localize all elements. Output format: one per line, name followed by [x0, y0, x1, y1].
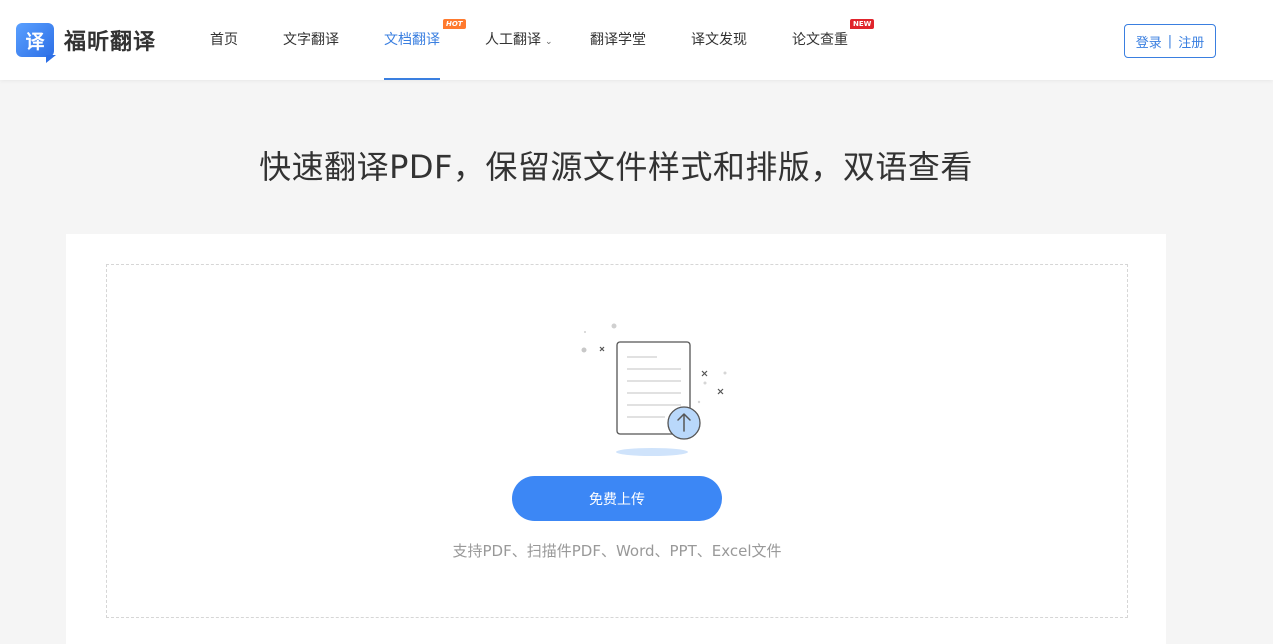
nav-item-home[interactable]: 首页 — [210, 0, 238, 80]
nav-label: 论文查重 — [792, 32, 848, 48]
hot-badge: HOT — [443, 19, 466, 29]
login-register-button[interactable]: 登录 | 注册 — [1124, 24, 1216, 58]
nav-label: 文档翻译 — [384, 32, 440, 48]
logo-glyph: 译 — [25, 30, 45, 53]
brand-logo[interactable]: 译 福昕翻译 — [16, 22, 157, 63]
register-link[interactable]: 注册 — [1178, 32, 1204, 51]
nav-item-document-translate[interactable]: 文档翻译 — [384, 0, 440, 80]
nav-label: 文字翻译 — [283, 32, 339, 48]
nav-label: 译文发现 — [691, 32, 747, 48]
supported-formats-text: 支持PDF、扫描件PDF、Word、PPT、Excel文件 — [452, 542, 782, 560]
nav-label: 人工翻译 — [485, 32, 541, 48]
chevron-down-icon: ⌄ — [545, 37, 553, 47]
nav-item-plagiarism-check[interactable]: 论文查重 — [792, 0, 848, 80]
nav-item-human-translate[interactable]: 人工翻译 ⌄ — [485, 0, 553, 80]
top-header: 译 福昕翻译 首页 文字翻译 文档翻译 HOT 人工翻译 ⌄ 翻译学堂 译文发现 … — [0, 0, 1273, 80]
auth-separator: | — [1167, 33, 1173, 49]
nav-label: 首页 — [210, 32, 238, 48]
nav-item-translation-discover[interactable]: 译文发现 — [691, 0, 747, 80]
upload-document-icon — [581, 323, 727, 456]
free-upload-button[interactable]: 免费上传 — [512, 476, 722, 521]
brand-name: 福昕翻译 — [64, 30, 157, 55]
file-dropzone[interactable]: 免费上传 支持PDF、扫描件PDF、Word、PPT、Excel文件 — [106, 264, 1128, 618]
nav-item-translation-school[interactable]: 翻译学堂 — [590, 0, 646, 80]
nav-label: 翻译学堂 — [590, 32, 646, 48]
new-badge: NEW — [850, 19, 875, 29]
login-link[interactable]: 登录 — [1136, 32, 1162, 51]
nav-item-text-translate[interactable]: 文字翻译 — [283, 0, 339, 80]
upload-panel: 免费上传 支持PDF、扫描件PDF、Word、PPT、Excel文件 — [66, 234, 1166, 644]
page-headline: 快速翻译PDF，保留源文件样式和排版，双语查看 — [259, 148, 973, 186]
logo-icon: 译 — [16, 23, 56, 63]
